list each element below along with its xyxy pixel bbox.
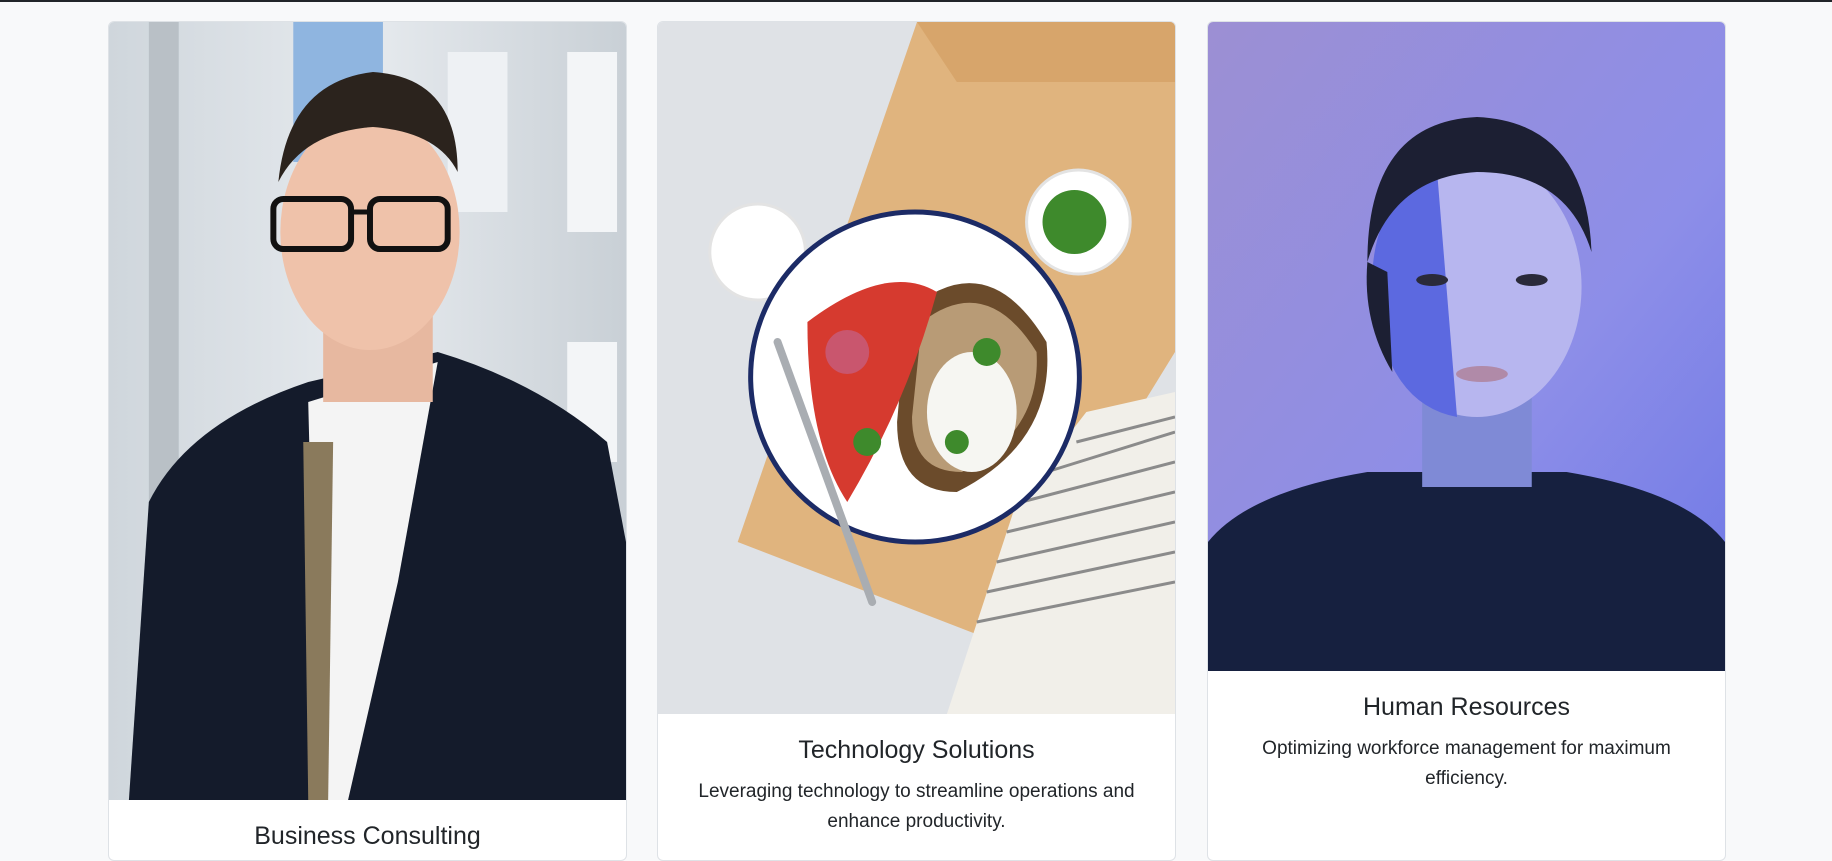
card-description: Optimizing workforce management for maxi… [1262, 738, 1671, 789]
card-image-businessman [109, 22, 626, 800]
card-title: Technology Solutions [798, 736, 1035, 764]
top-border [0, 0, 1832, 2]
card-image-woman-portrait [1208, 22, 1725, 671]
service-card-business-consulting[interactable]: Business Consulting [108, 21, 627, 861]
service-card-human-resources[interactable]: Human Resources Optimizing workforce man… [1207, 21, 1726, 861]
card-image-food-plate [658, 22, 1175, 714]
service-card-technology-solutions[interactable]: Technology Solutions Leveraging technolo… [657, 21, 1176, 861]
card-title: Business Consulting [254, 822, 481, 850]
card-title: Human Resources [1362, 693, 1571, 721]
card-description: Leveraging technology to streamline oper… [698, 781, 1135, 832]
